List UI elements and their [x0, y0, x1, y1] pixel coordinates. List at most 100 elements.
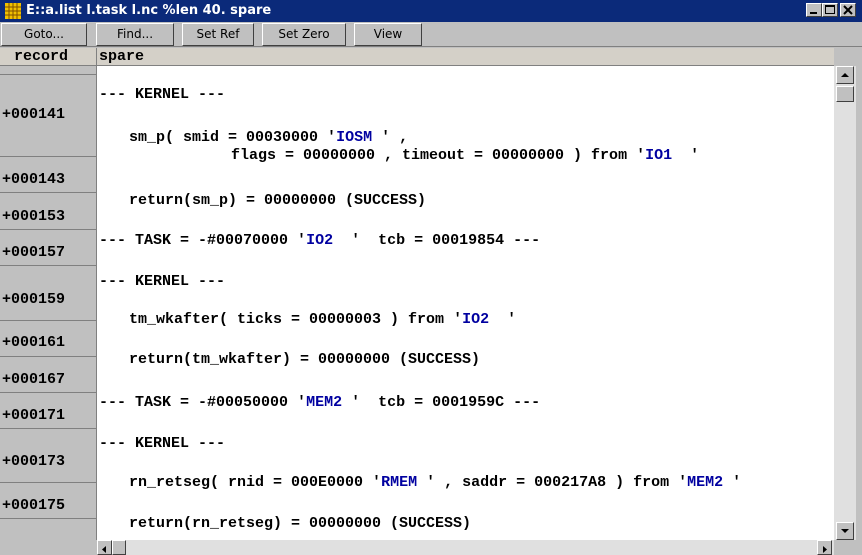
record-offset[interactable]: +000157 — [2, 244, 65, 262]
scroll-down-button[interactable] — [836, 522, 854, 540]
maximize-icon — [825, 5, 835, 14]
trace-listing[interactable]: --- KERNEL --- sm_p( smid = 00030000 'IO… — [97, 66, 834, 540]
listing-line: --- KERNEL --- — [99, 435, 225, 453]
listing-window: E::a.list l.task l.nc %len 40. spare Got… — [0, 0, 862, 555]
code-text: return(rn_retseg) = 00000000 (SUCCESS) — [129, 515, 472, 532]
row-divider — [0, 229, 97, 230]
find-button[interactable]: Find... — [96, 23, 174, 46]
code-text: return(sm_p) = 00000000 (SUCCESS) — [129, 192, 427, 209]
string-literal: MEM2 — [306, 394, 343, 411]
code-text: , — [390, 129, 409, 146]
record-column-header[interactable]: record — [0, 48, 97, 66]
goto-button[interactable]: Goto... — [1, 23, 87, 46]
scroll-thumb[interactable] — [836, 86, 854, 102]
code-text: sm_p( smid = 00030000 — [129, 129, 328, 146]
set-ref-button[interactable]: Set Ref — [182, 23, 254, 46]
down-arrow-icon — [841, 529, 849, 533]
left-arrow-icon — [102, 546, 106, 553]
row-divider — [0, 356, 97, 357]
listing-line: tm_wkafter( ticks = 00000003 ) from 'IO2… — [129, 311, 516, 329]
string-literal: IO2 — [306, 232, 334, 249]
listing-line: return(sm_p) = 00000000 (SUCCESS) — [129, 192, 426, 210]
code-text: rn_retseg( rnid = 000E0000 — [129, 474, 373, 491]
size-grip[interactable] — [834, 540, 862, 555]
grid-app-icon[interactable] — [5, 3, 21, 19]
vertical-scrollbar[interactable] — [834, 66, 856, 540]
code-text: ' — [453, 311, 463, 328]
listing-line: rn_retseg( rnid = 000E0000 'RMEM ' , sad… — [129, 474, 741, 492]
code-text: tcb = 00019854 --- — [360, 232, 541, 249]
record-offset[interactable]: +000161 — [2, 334, 65, 352]
window-title: E::a.list l.task l.nc %len 40. spare — [26, 3, 272, 18]
listing-line: --- KERNEL --- — [99, 86, 225, 104]
listing-line: return(tm_wkafter) = 00000000 (SUCCESS) — [129, 351, 480, 369]
code-text: --- KERNEL --- — [99, 273, 226, 290]
close-icon — [843, 5, 853, 15]
up-arrow-icon — [841, 73, 849, 77]
code-text: ' — [342, 394, 361, 411]
string-literal: MEM2 — [687, 474, 724, 491]
code-text: --- TASK = -#00070000 — [99, 232, 298, 249]
code-text: ' — [489, 311, 517, 328]
row-divider — [0, 518, 97, 519]
close-button[interactable] — [840, 3, 856, 17]
listing-line: flags = 00000000 , timeout = 00000000 ) … — [231, 147, 699, 165]
code-text: ' — [636, 147, 646, 164]
string-literal: RMEM — [381, 474, 418, 491]
code-text: tcb = 0001959C --- — [360, 394, 541, 411]
code-text: flags = 00000000 , timeout = 00000000 ) … — [231, 147, 637, 164]
row-divider — [0, 482, 97, 483]
code-text: ' — [723, 474, 742, 491]
row-divider — [0, 74, 97, 75]
listing-line: --- TASK = -#00050000 'MEM2 ' tcb = 0001… — [99, 394, 540, 412]
right-arrow-icon — [823, 546, 827, 553]
scroll-right-button[interactable] — [817, 540, 832, 555]
scroll-thumb-horizontal[interactable] — [112, 540, 126, 555]
record-offset[interactable]: +000175 — [2, 497, 65, 515]
row-divider — [0, 392, 97, 393]
code-text: ' — [333, 232, 361, 249]
offset-gutter: +000141 +000143 +000153 +000157 +000159 … — [0, 66, 97, 540]
record-offset[interactable]: +000143 — [2, 171, 65, 189]
code-text: --- KERNEL --- — [99, 86, 226, 103]
code-text: ' — [417, 474, 436, 491]
row-divider — [0, 192, 97, 193]
record-offset[interactable]: +000153 — [2, 208, 65, 226]
row-divider — [0, 428, 97, 429]
code-text: return(tm_wkafter) = 00000000 (SUCCESS) — [129, 351, 481, 368]
view-button[interactable]: View — [354, 23, 422, 46]
scroll-left-button[interactable] — [97, 540, 112, 555]
row-divider — [0, 320, 97, 321]
listing-line: sm_p( smid = 00030000 'IOSM ' , — [129, 129, 408, 147]
code-text: --- TASK = -#00050000 — [99, 394, 298, 411]
toolbar: Goto... Find... Set Ref Set Zero View — [0, 22, 862, 47]
code-text: tm_wkafter( ticks = 00000003 ) from — [129, 311, 454, 328]
string-literal: IOSM — [336, 129, 373, 146]
listing-line: return(rn_retseg) = 00000000 (SUCCESS) — [129, 515, 471, 533]
set-zero-button[interactable]: Set Zero — [262, 23, 346, 46]
row-divider — [0, 156, 97, 157]
code-text: ' — [297, 394, 307, 411]
row-divider — [0, 265, 97, 266]
record-offset[interactable]: +000171 — [2, 407, 65, 425]
minimize-button[interactable] — [806, 3, 822, 17]
horizontal-scrollbar[interactable] — [97, 540, 834, 555]
listing-line: --- KERNEL --- — [99, 273, 225, 291]
record-offset[interactable]: +000167 — [2, 371, 65, 389]
record-offset[interactable]: +000141 — [2, 106, 65, 124]
title-bar[interactable]: E::a.list l.task l.nc %len 40. spare — [0, 0, 862, 22]
code-text: ' — [672, 147, 700, 164]
string-literal: IO1 — [645, 147, 673, 164]
record-offset[interactable]: +000159 — [2, 291, 65, 309]
minimize-icon — [810, 12, 817, 14]
code-text: ' — [678, 474, 688, 491]
spare-column-header[interactable]: spare — [97, 48, 834, 66]
scroll-up-button[interactable] — [836, 66, 854, 84]
record-offset[interactable]: +000173 — [2, 453, 65, 471]
code-text: ' — [327, 129, 337, 146]
code-text: --- KERNEL --- — [99, 435, 226, 452]
maximize-button[interactable] — [822, 3, 838, 17]
string-literal: IO2 — [462, 311, 490, 328]
code-text: ' — [372, 474, 382, 491]
code-text: , saddr = 000217A8 ) from — [435, 474, 679, 491]
